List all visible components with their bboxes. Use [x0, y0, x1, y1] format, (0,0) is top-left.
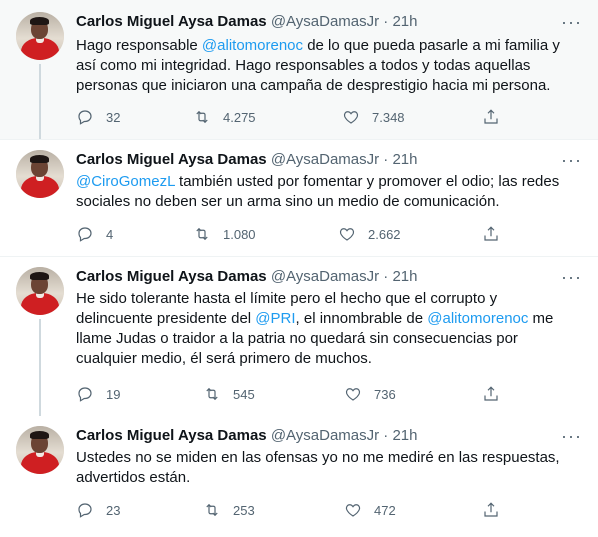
thread-line [39, 64, 41, 139]
like-icon [345, 388, 361, 401]
retweet-button[interactable]: 545 [203, 384, 255, 404]
share-icon [484, 109, 498, 124]
more-icon[interactable]: ··· [561, 268, 582, 286]
tweet-header: Carlos Miguel Aysa Damas @AysaDamasJr · … [76, 12, 418, 32]
tweet-header: Carlos Miguel Aysa Damas @AysaDamasJr · … [76, 150, 418, 170]
reply-button[interactable]: 23 [76, 500, 120, 520]
retweet-button[interactable]: 4.275 [193, 107, 256, 127]
author-name[interactable]: Carlos Miguel Aysa Damas [76, 427, 267, 444]
timestamp[interactable]: 21h [392, 151, 417, 168]
like-count: 736 [374, 386, 396, 402]
author-name[interactable]: Carlos Miguel Aysa Damas [76, 268, 267, 285]
tweet-actions: 23 253 472 [76, 500, 506, 520]
mention-link[interactable]: @CiroGomezL [76, 173, 175, 190]
tweet-text: He sido tolerante hasta el límite pero e… [76, 289, 576, 369]
share-icon [484, 226, 498, 241]
retweet-icon [196, 110, 208, 124]
author-name[interactable]: Carlos Miguel Aysa Damas [76, 151, 267, 168]
author-handle[interactable]: @AysaDamasJr [271, 268, 379, 285]
tweet-header: Carlos Miguel Aysa Damas @AysaDamasJr · … [76, 426, 418, 446]
reply-icon [78, 110, 92, 125]
retweet-count: 545 [233, 386, 255, 402]
avatar[interactable] [16, 426, 64, 474]
tweet[interactable]: Carlos Miguel Aysa Damas @AysaDamasJr · … [0, 140, 598, 255]
reply-count: 4 [106, 226, 114, 242]
retweet-count: 1.080 [223, 226, 256, 242]
author-handle[interactable]: @AysaDamasJr [271, 151, 379, 168]
share-icon [484, 502, 498, 517]
separator-dot: · [383, 13, 389, 30]
reply-icon [78, 387, 92, 402]
timestamp[interactable]: 21h [392, 427, 417, 444]
mention-link[interactable]: @alitomorenoc [202, 37, 303, 54]
avatar[interactable] [16, 267, 64, 315]
tweet-text: Hago responsable @alitomorenoc de lo que… [76, 36, 576, 96]
tweet-header: Carlos Miguel Aysa Damas @AysaDamasJr · … [76, 267, 418, 287]
separator-dot: · [383, 151, 389, 168]
tweet[interactable]: Carlos Miguel Aysa Damas @AysaDamasJr · … [0, 416, 598, 537]
tweet-actions: 32 4.275 7.348 [76, 107, 506, 127]
reply-icon [78, 227, 92, 242]
retweet-icon [206, 503, 218, 517]
tweet[interactable]: Carlos Miguel Aysa Damas @AysaDamasJr · … [0, 0, 598, 139]
tweet-actions: 19 545 736 [76, 384, 506, 404]
share-button[interactable] [482, 500, 512, 520]
more-icon[interactable]: ··· [561, 427, 582, 445]
share-icon [484, 386, 498, 401]
retweet-button[interactable]: 253 [203, 500, 255, 520]
mention-link[interactable]: @alitomorenoc [427, 310, 528, 327]
avatar[interactable] [16, 12, 64, 60]
like-icon [339, 228, 355, 241]
like-button[interactable]: 7.348 [342, 107, 405, 127]
timestamp[interactable]: 21h [392, 13, 417, 30]
like-button[interactable]: 736 [344, 384, 396, 404]
avatar[interactable] [16, 150, 64, 198]
tweet-text: @CiroGomezL también usted por fomentar y… [76, 172, 576, 212]
mention-link[interactable]: @PRI [255, 310, 295, 327]
timestamp[interactable]: 21h [392, 268, 417, 285]
reply-count: 19 [106, 386, 121, 402]
like-button[interactable]: 2.662 [338, 224, 401, 244]
more-icon[interactable]: ··· [561, 151, 582, 169]
share-button[interactable] [482, 107, 512, 127]
reply-button[interactable]: 19 [76, 384, 120, 404]
like-icon [343, 111, 359, 124]
reply-count: 32 [106, 109, 121, 125]
tweet[interactable]: Carlos Miguel Aysa Damas @AysaDamasJr · … [0, 257, 598, 416]
thread-line [39, 319, 41, 416]
reply-button[interactable]: 4 [76, 224, 113, 244]
separator-dot: · [383, 268, 389, 285]
retweet-icon [206, 387, 218, 401]
author-handle[interactable]: @AysaDamasJr [271, 427, 379, 444]
like-count: 2.662 [368, 226, 401, 242]
retweet-button[interactable]: 1.080 [193, 224, 256, 244]
separator-dot: · [383, 427, 389, 444]
share-button[interactable] [482, 224, 512, 244]
tweet-text: Ustedes no se miden en las ofensas yo no… [76, 448, 576, 488]
retweet-count: 253 [233, 502, 255, 518]
tweet-actions: 4 1.080 2.662 [76, 224, 506, 244]
tweet-text-segment: Hago responsable [76, 37, 202, 54]
reply-icon [78, 503, 92, 518]
like-count: 472 [374, 502, 396, 518]
like-icon [345, 504, 361, 517]
author-handle[interactable]: @AysaDamasJr [271, 13, 379, 30]
share-button[interactable] [482, 384, 512, 404]
author-name[interactable]: Carlos Miguel Aysa Damas [76, 13, 267, 30]
more-icon[interactable]: ··· [561, 13, 582, 31]
tweet-text-segment: , el innombrable de [295, 310, 428, 327]
tweet-text-segment: Ustedes no se miden en las ofensas yo no… [76, 449, 560, 486]
reply-count: 23 [106, 502, 121, 518]
retweet-icon [196, 227, 208, 241]
reply-button[interactable]: 32 [76, 107, 120, 127]
retweet-count: 4.275 [223, 109, 256, 125]
like-button[interactable]: 472 [344, 500, 396, 520]
like-count: 7.348 [372, 109, 405, 125]
